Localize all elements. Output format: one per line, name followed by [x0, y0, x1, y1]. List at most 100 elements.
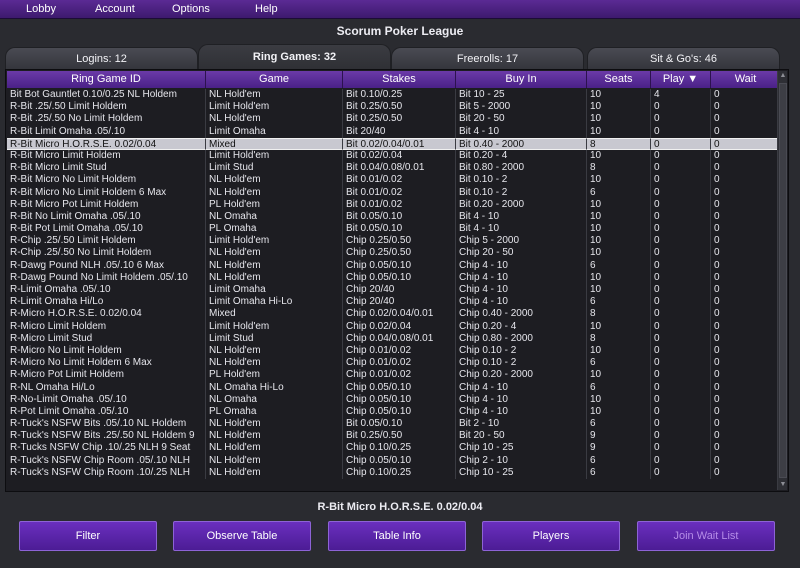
cell-seats: 10 [587, 344, 651, 358]
cell-buy-in: Bit 2 - 10 [456, 418, 587, 431]
cell-wait: 0 [714, 89, 720, 100]
filter-button[interactable]: Filter [19, 521, 157, 551]
cell-game: Limit Omaha [206, 284, 343, 297]
table-row[interactable]: R-Micro H.O.R.S.E. 0.02/0.04 Mixed Chip 0.… [7, 308, 780, 321]
table-row[interactable]: R-Bit Micro No Limit Holdem 6 Max NL Hold… [7, 186, 780, 199]
cell-play: 0 [651, 198, 711, 211]
cell-play: 0 [651, 369, 711, 382]
cell-wait: 0 [714, 125, 720, 137]
table-row[interactable]: R-Micro Limit Stud Limit Stud Chip 0.04/0.… [7, 332, 780, 345]
table-row[interactable]: R-Tuck's NSFW Bits .25/.50 NL Holdem 9 NL… [7, 430, 780, 443]
menu-account[interactable]: Account [95, 3, 135, 15]
cell-stakes: Chip 0.01/0.02 [343, 344, 456, 358]
scroll-up-arrow-icon[interactable]: ▲ [778, 71, 788, 81]
table-row[interactable]: R-Bit Micro Limit Stud Limit Stud Bit 0.04… [7, 162, 780, 175]
cell-ring-game-id: R-Micro Limit Holdem [7, 320, 206, 333]
cell-buy-in: Chip 0.10 - 2 [456, 357, 587, 370]
table-row[interactable]: R-Micro No Limit Holdem NL Hold'em Chip 0.… [7, 344, 780, 358]
table-row[interactable]: R-Chip .25/.50 Limit Holdem Limit Hold'em… [7, 235, 780, 248]
table-row[interactable]: R-Dawg Pound No Limit Holdem .05/.10 NL H… [7, 271, 780, 284]
table-row[interactable]: R-Tuck's NSFW Chip Room .10/.25 NLH NL Ho… [7, 466, 780, 479]
page-title: Scorum Poker League [336, 24, 464, 38]
table-row[interactable]: R-Dawg Pound NLH .05/.10 6 Max NL Hold'em… [7, 259, 780, 272]
players-button[interactable]: Players [482, 521, 620, 551]
cell-game: Limit Hold'em [206, 101, 343, 114]
scroll-down-arrow-icon[interactable]: ▼ [778, 480, 788, 490]
cell-ring-game-id: R-Limit Omaha Hi/Lo [7, 296, 206, 309]
table-row[interactable]: R-Tuck's NSFW Bits .05/.10 NL Holdem NL H… [7, 418, 780, 431]
cell-buy-in: Chip 4 - 10 [456, 393, 587, 406]
column-header-stakes[interactable]: Stakes [343, 71, 456, 88]
tab-ring-games[interactable]: Ring Games: 32 [198, 44, 391, 69]
table-row[interactable]: R-Chip .25/.50 No Limit Holdem NL Hold'em… [7, 247, 780, 260]
menu-help[interactable]: Help [255, 3, 278, 15]
column-header-ring-game-id[interactable]: Ring Game ID [7, 71, 206, 88]
column-header-wait[interactable]: Wait [711, 71, 780, 88]
cell-wait: 0 [714, 308, 720, 320]
table-info-button[interactable]: Table Info [328, 521, 466, 551]
table-row[interactable]: R-Tuck's NSFW Chip Room .05/.10 NLH NL Ho… [7, 454, 780, 467]
table-row[interactable]: R-Bit Micro Limit Holdem Limit Hold'em Bit… [7, 149, 780, 163]
cell-wait: 0 [714, 162, 720, 174]
cell-play: 0 [651, 271, 711, 284]
table-row[interactable]: R-Tucks NSFW Chip .10/.25 NLH 9 Seat NL H… [7, 442, 780, 455]
cell-play: 0 [651, 149, 711, 163]
table-row[interactable]: R-Bit .25/.50 No Limit Holdem NL Hold'em B… [7, 113, 780, 126]
column-header-play[interactable]: Play ▼ [651, 71, 711, 88]
cell-play: 0 [651, 125, 711, 138]
cell-game: PL Omaha [206, 405, 343, 419]
cell-game: NL Hold'em [206, 344, 343, 358]
cell-buy-in: Chip 4 - 10 [456, 381, 587, 394]
tab-freerolls[interactable]: Freerolls: 17 [391, 47, 584, 69]
cell-buy-in: Bit 4 - 10 [456, 223, 587, 236]
cell-wait: 0 [714, 247, 720, 259]
join-wait-list-button[interactable]: Join Wait List [637, 521, 775, 551]
table-row[interactable]: R-Bit Limit Omaha .05/.10 Limit Omaha Bit … [7, 125, 780, 138]
cell-ring-game-id: R-Tuck's NSFW Bits .25/.50 NL Holdem 9 [7, 430, 206, 443]
cell-buy-in: Bit 20 - 50 [456, 430, 587, 443]
table-row[interactable]: R-No-Limit Omaha .05/.10 NL Omaha Chip 0.0… [7, 393, 780, 406]
cell-stakes: Bit 0.25/0.50 [343, 113, 456, 126]
table-row[interactable]: R-Limit Omaha .05/.10 Limit Omaha Chip 20/… [7, 284, 780, 297]
cell-play: 0 [651, 466, 711, 479]
cell-wait: 0 [714, 210, 720, 222]
table-row[interactable]: R-Micro Limit Holdem Limit Hold'em Chip 0.… [7, 320, 780, 333]
table-row[interactable]: R-Bit .25/.50 Limit Holdem Limit Hold'em B… [7, 101, 780, 114]
menu-options[interactable]: Options [172, 3, 210, 15]
table-row[interactable]: R-Bit Micro H.O.R.S.E. 0.02/0.04 Mixed Bit… [7, 137, 780, 150]
column-header-game[interactable]: Game [206, 71, 343, 88]
cell-stakes: Chip 0.01/0.02 [343, 369, 456, 382]
table-row[interactable]: Bit Bot Gauntlet 0.10/0.25 NL Holdem NL H… [7, 89, 780, 102]
table-row[interactable]: R-Bit No Limit Omaha .05/.10 NL Omaha Bit … [7, 210, 780, 224]
scroll-thumb[interactable] [779, 83, 787, 478]
table-row[interactable]: R-Bit Pot Limit Omaha .05/.10 PL Omaha Bit… [7, 223, 780, 236]
cell-wait: 0 [711, 137, 780, 150]
cell-stakes: Bit 0.02/0.04 [343, 149, 456, 163]
cell-game: Mixed [206, 308, 343, 321]
table-row[interactable]: R-Bit Micro No Limit Holdem NL Hold'em Bit… [7, 174, 780, 187]
table-row[interactable]: R-Limit Omaha Hi/Lo Limit Omaha Hi-Lo Chip… [7, 296, 780, 309]
menu-bar: Lobby Account Options Help [0, 0, 800, 19]
tab-sit-and-gos[interactable]: Sit & Go's: 46 [587, 47, 780, 69]
cell-seats: 10 [587, 393, 651, 406]
table-body: Bit Bot Gauntlet 0.10/0.25 NL Holdem NL H… [7, 89, 780, 489]
table-row[interactable]: R-NL Omaha Hi/Lo NL Omaha Hi-Lo Chip 0.05/… [7, 381, 780, 394]
table-row[interactable]: R-Micro No Limit Holdem 6 Max NL Hold'em C… [7, 357, 780, 370]
menu-lobby[interactable]: Lobby [26, 3, 56, 15]
cell-game: PL Hold'em [206, 369, 343, 382]
cell-game: NL Hold'em [206, 466, 343, 479]
vertical-scrollbar[interactable]: ▲ ▼ [777, 71, 787, 490]
column-header-buy-in[interactable]: Buy In [456, 71, 587, 88]
cell-stakes: Chip 0.05/0.10 [343, 259, 456, 272]
observe-table-button[interactable]: Observe Table [173, 521, 311, 551]
cell-buy-in: Chip 4 - 10 [456, 271, 587, 284]
cell-wait: 0 [714, 186, 720, 198]
table-row[interactable]: R-Micro Pot Limit Holdem PL Hold'em Chip 0… [7, 369, 780, 382]
tab-logins[interactable]: Logins: 12 [5, 47, 198, 69]
table-row[interactable]: R-Bit Micro Pot Limit Holdem PL Hold'em Bi… [7, 198, 780, 211]
column-header-seats[interactable]: Seats [587, 71, 651, 88]
cell-play: 0 [651, 259, 711, 272]
cell-game: NL Omaha [206, 393, 343, 406]
table-row[interactable]: R-Pot Limit Omaha .05/.10 PL Omaha Chip 0.… [7, 405, 780, 419]
cell-play: 0 [651, 210, 711, 224]
